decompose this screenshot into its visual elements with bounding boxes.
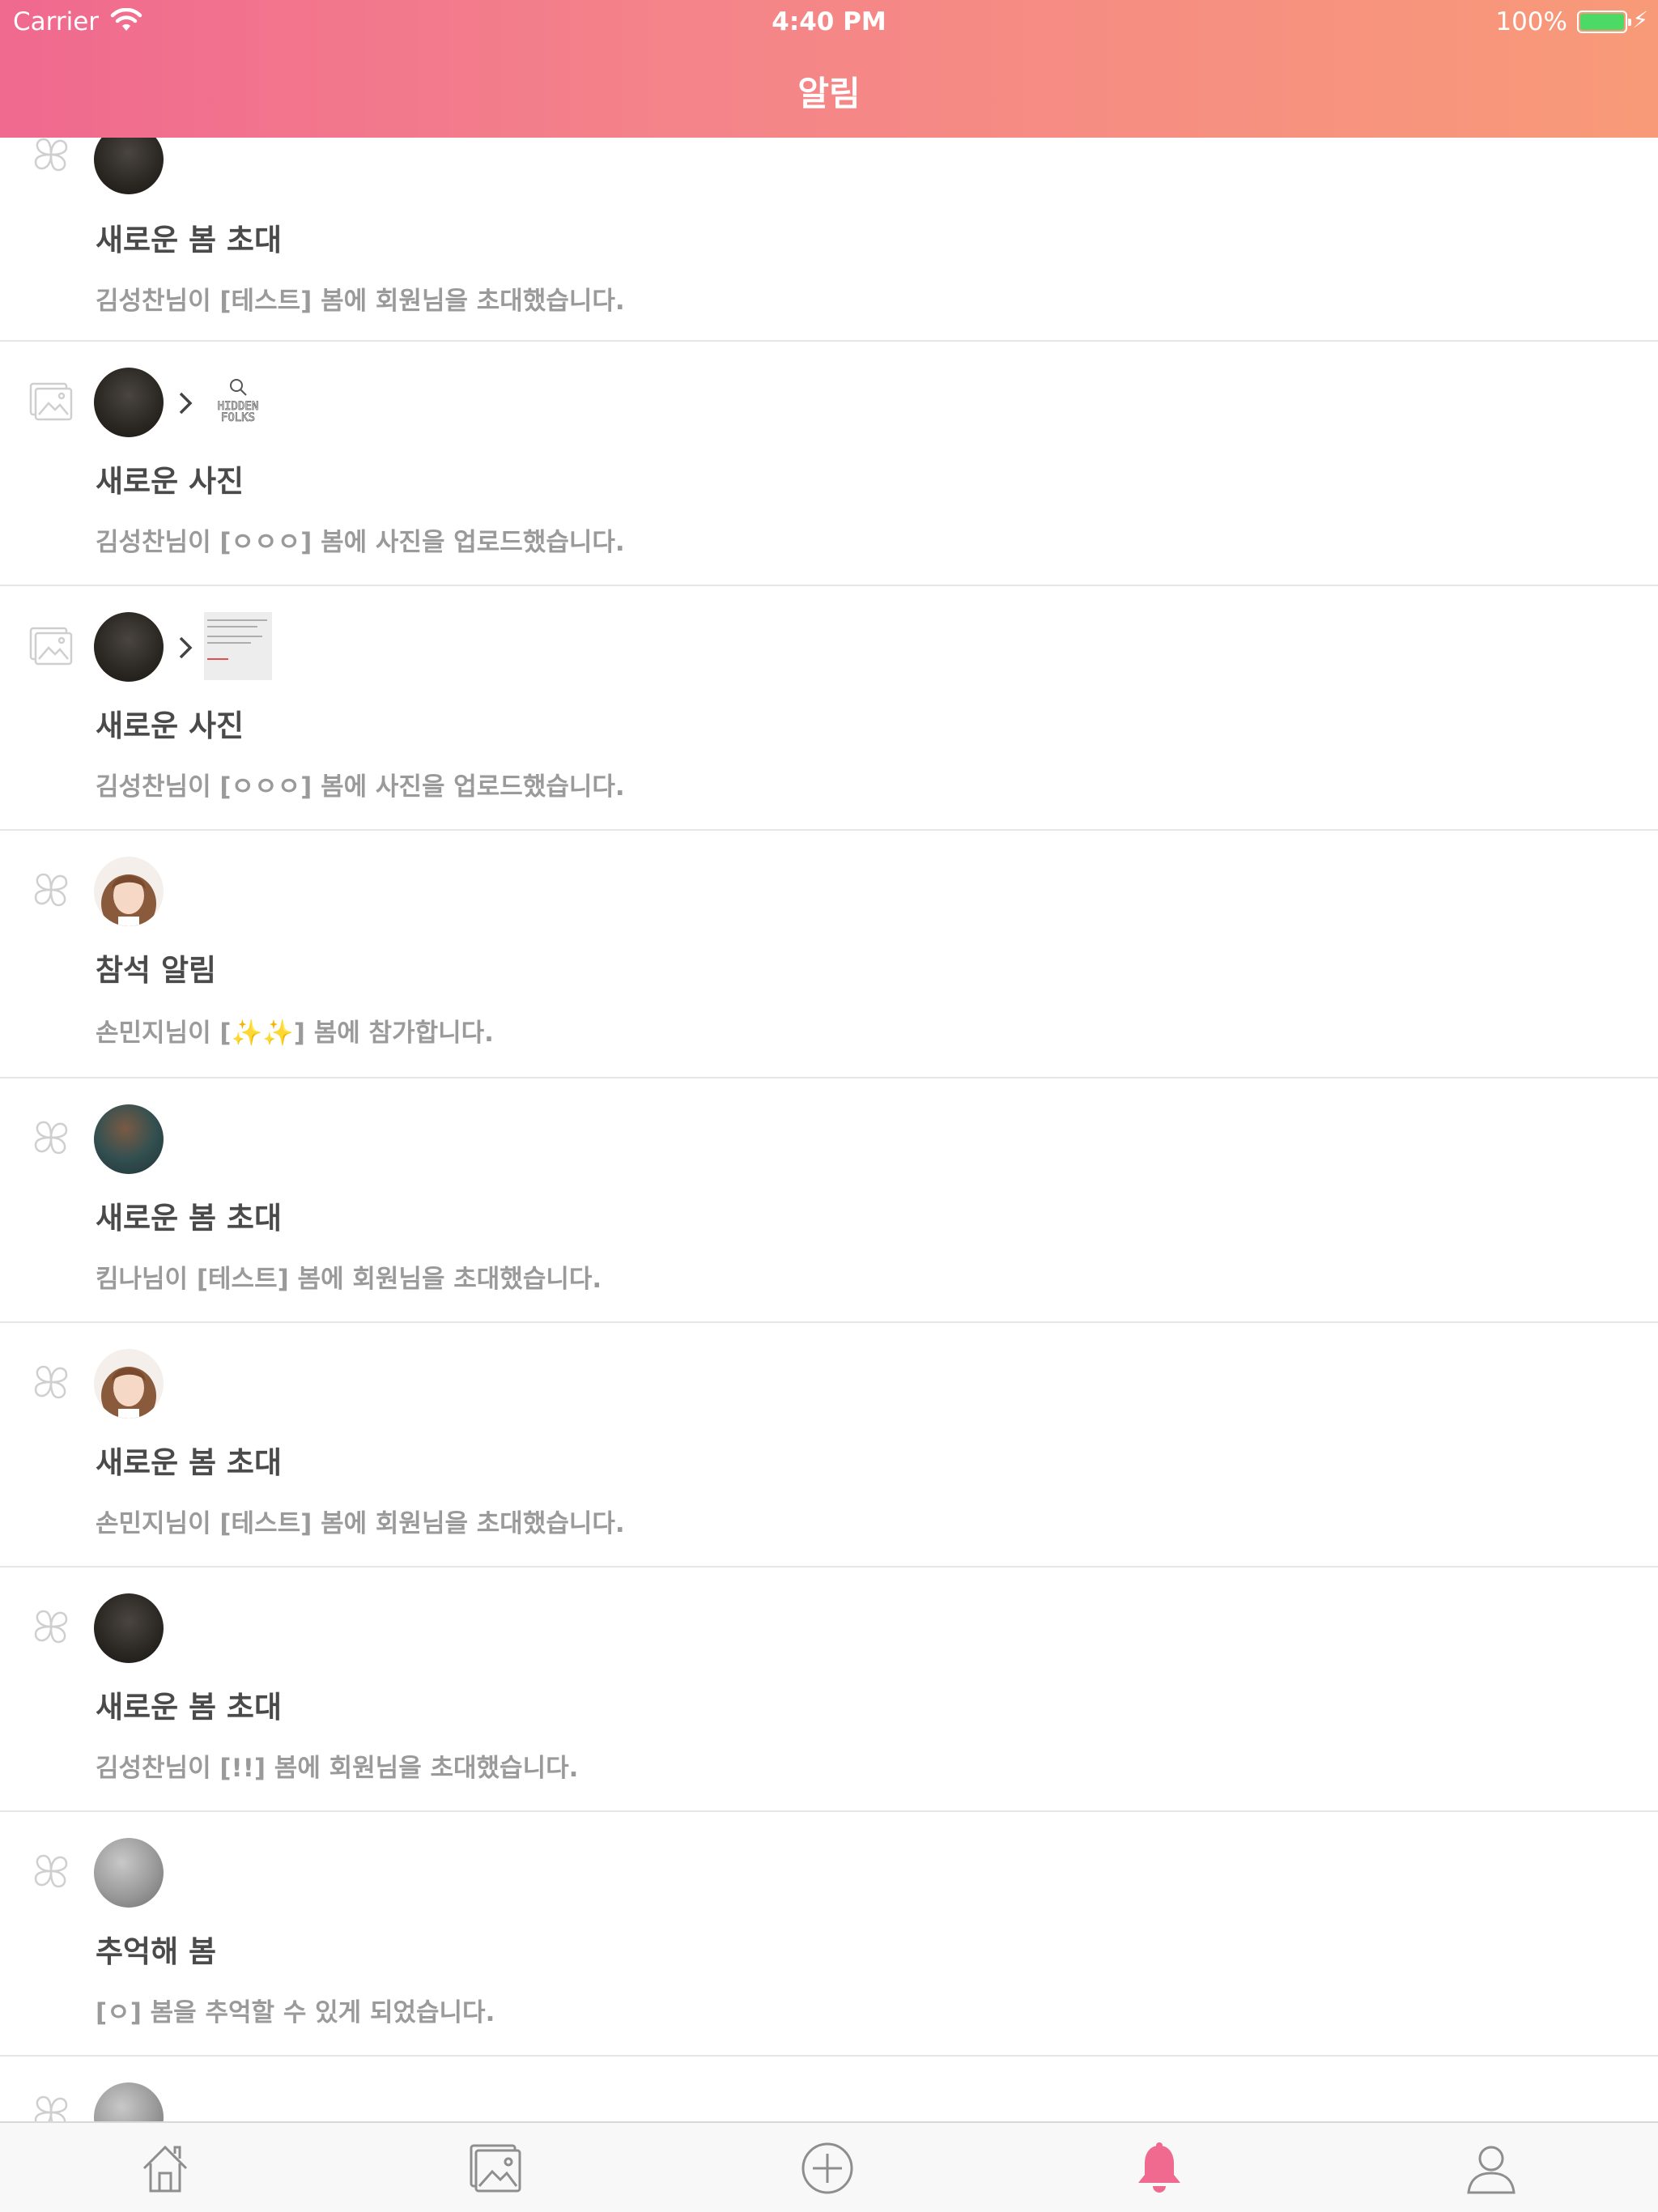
gallery-icon[interactable] [468, 2141, 523, 2196]
notification-description: 손민지님이 [✨✨] 봄에 참가합니다. [96, 1019, 494, 1048]
notification-description: 김성찬님이 [ㅇㅇㅇ] 봄에 사진을 업로드했습니다. [96, 528, 625, 557]
photo-icon [26, 620, 76, 670]
bell-icon[interactable] [1132, 2141, 1187, 2196]
clover-icon [26, 1357, 76, 1407]
notification-title: 새로운 봄 초대 [96, 223, 283, 257]
avatar[interactable] [94, 1593, 164, 1663]
notification-title: 추억해 봄 [96, 1934, 217, 1969]
notification-item[interactable]: HIDDEN FOLKS 새로운 사진 김성찬님이 [ㅇㅇㅇ] 봄에 사진을 업… [0, 342, 1658, 586]
avatar[interactable] [94, 1838, 164, 1908]
notification-item[interactable]: 새로운 봄 초대 손민지님이 [테스트] 봄에 회원님을 초대했습니다. [0, 1323, 1658, 1568]
thumb-hidden-folks[interactable]: HIDDEN FOLKS [204, 368, 272, 436]
clover-icon [26, 865, 76, 915]
avatar[interactable] [94, 1104, 164, 1174]
notification-description: [ㅇ] 봄을 추억할 수 있게 되었습니다. [96, 1998, 495, 2027]
clover-icon [26, 2087, 76, 2121]
thumb-document[interactable] [204, 612, 272, 680]
notification-item[interactable]: 새로운 봄 초대 김성찬님이 [!!] 봄에 회원님을 초대했습니다. [0, 1568, 1658, 1812]
avatar[interactable] [94, 1349, 164, 1419]
notification-item[interactable] [0, 2057, 1658, 2121]
status-bar: Carrier 4:40 PM 100% ⚡ [0, 0, 1658, 45]
notification-description: 김성찬님이 [ㅇㅇㅇ] 봄에 사진을 업로드했습니다. [96, 772, 625, 802]
tab-bar [0, 2121, 1658, 2212]
profile-icon[interactable] [1464, 2141, 1519, 2196]
clover-icon [26, 138, 76, 180]
avatar[interactable] [94, 2082, 164, 2121]
notification-title: 참석 알림 [96, 953, 217, 988]
charging-icon: ⚡ [1632, 6, 1648, 33]
clover-icon [26, 1846, 76, 1896]
chevron-right-icon [174, 632, 198, 664]
notification-description: 김성찬님이 [!!] 봄에 회원님을 초대했습니다. [96, 1754, 579, 1783]
notification-title: 새로운 봄 초대 [96, 1690, 283, 1725]
notification-item[interactable]: 새로운 봄 초대 김성찬님이 [테스트] 봄에 회원님을 초대했습니다. [0, 138, 1658, 342]
add-icon[interactable] [800, 2141, 855, 2196]
page-title: 알림 [797, 74, 861, 113]
notification-item[interactable]: 새로운 사진 김성찬님이 [ㅇㅇㅇ] 봄에 사진을 업로드했습니다. [0, 586, 1658, 831]
navigation-header: Carrier 4:40 PM 100% ⚡ 알림 [0, 0, 1658, 138]
avatar[interactable] [94, 857, 164, 926]
notification-description: 킴나님이 [테스트] 봄에 회원님을 초대했습니다. [96, 1265, 602, 1294]
avatar[interactable] [94, 612, 164, 682]
avatar[interactable] [94, 138, 164, 194]
notification-title: 새로운 봄 초대 [96, 1445, 283, 1480]
notification-list[interactable]: 새로운 봄 초대 김성찬님이 [테스트] 봄에 회원님을 초대했습니다. HID… [0, 138, 1658, 2121]
notification-item[interactable]: 참석 알림 손민지님이 [✨✨] 봄에 참가합니다. [0, 831, 1658, 1078]
notification-description: 손민지님이 [테스트] 봄에 회원님을 초대했습니다. [96, 1509, 625, 1538]
notification-description: 김성찬님이 [테스트] 봄에 회원님을 초대했습니다. [96, 287, 625, 316]
avatar[interactable] [94, 368, 164, 437]
notification-title: 새로운 봄 초대 [96, 1201, 283, 1236]
svg-text:FOLKS: FOLKS [221, 411, 255, 424]
notification-title: 새로운 사진 [96, 708, 244, 743]
notification-item[interactable]: 새로운 봄 초대 킴나님이 [테스트] 봄에 회원님을 초대했습니다. [0, 1078, 1658, 1323]
clover-icon [26, 1112, 76, 1163]
chevron-right-icon [174, 387, 198, 419]
battery-icon [1577, 11, 1631, 33]
clover-icon [26, 1602, 76, 1652]
battery-percent: 100% [1495, 7, 1567, 36]
notification-item[interactable]: 추억해 봄 [ㅇ] 봄을 추억할 수 있게 되었습니다. [0, 1812, 1658, 2057]
notification-title: 새로운 사진 [96, 464, 244, 499]
home-icon[interactable] [138, 2141, 193, 2196]
photo-icon [26, 376, 76, 426]
clock: 4:40 PM [772, 7, 886, 36]
